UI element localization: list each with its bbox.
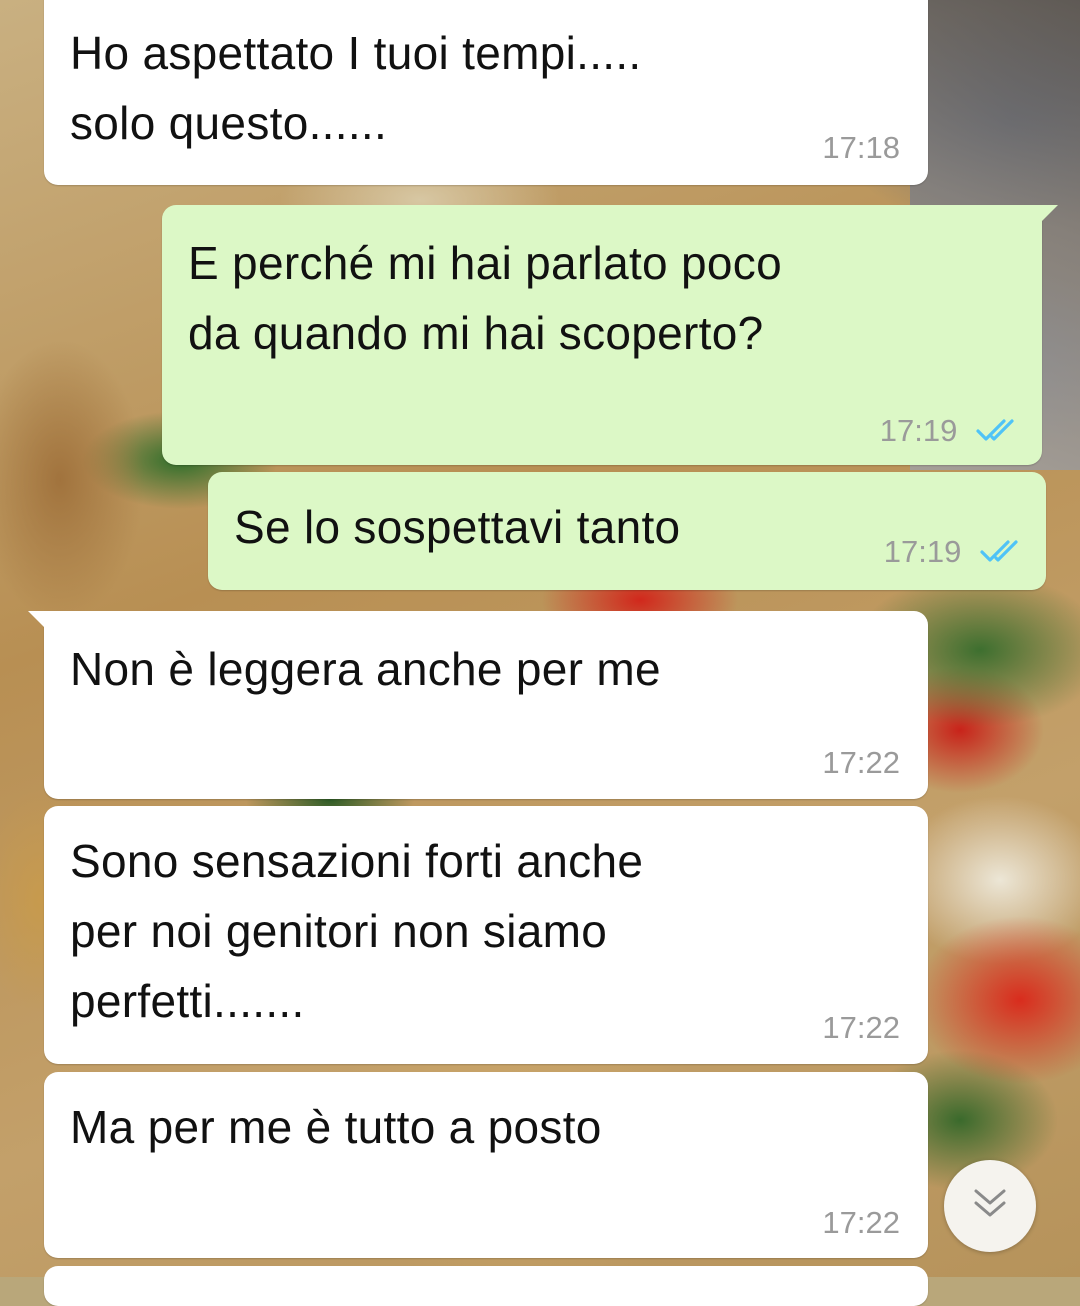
message-text: Sono sensazioni forti anche per noi geni… bbox=[70, 835, 644, 1027]
message-time: 17:22 bbox=[822, 1205, 900, 1240]
read-double-check-icon bbox=[980, 536, 1024, 572]
bubble-tail bbox=[1036, 205, 1058, 227]
message-text: Ma per me è tutto a posto bbox=[70, 1101, 602, 1153]
message-meta: 17:19 bbox=[884, 534, 1024, 572]
incoming-message[interactable]: Non è leggera anche per me 17:22 bbox=[28, 611, 928, 799]
message-time: 17:22 bbox=[822, 1010, 900, 1045]
incoming-message[interactable]: Ho aspettato I tuoi tempi..... solo ques… bbox=[44, 0, 928, 185]
double-chevron-down-icon bbox=[970, 1187, 1010, 1226]
scroll-to-bottom-button[interactable] bbox=[944, 1160, 1036, 1252]
outgoing-message[interactable]: Se lo sospettavi tanto 17:19 bbox=[208, 472, 1046, 590]
message-time: 17:18 bbox=[822, 130, 900, 165]
message-time: 17:19 bbox=[879, 413, 958, 448]
message-time: 17:22 bbox=[822, 745, 900, 780]
bubble-tail bbox=[28, 611, 50, 633]
incoming-message[interactable]: Ma per me è tutto a posto 17:22 bbox=[44, 1072, 928, 1258]
message-meta: 17:19 bbox=[880, 413, 1020, 451]
message-text: Ho aspettato I tuoi tempi..... solo ques… bbox=[70, 27, 642, 149]
outgoing-message[interactable]: E perché mi hai parlato poco da quando m… bbox=[162, 205, 1058, 465]
read-double-check-icon bbox=[976, 415, 1020, 451]
message-time: 17:19 bbox=[883, 534, 962, 569]
message-text: Se lo sospettavi tanto bbox=[234, 501, 681, 553]
message-text: E perché mi hai parlato poco da quando m… bbox=[188, 237, 782, 359]
incoming-message[interactable]: Sono sensazioni forti anche per noi geni… bbox=[44, 806, 928, 1064]
incoming-message-partial[interactable] bbox=[44, 1266, 928, 1306]
message-text: Non è leggera anche per me bbox=[70, 643, 661, 695]
